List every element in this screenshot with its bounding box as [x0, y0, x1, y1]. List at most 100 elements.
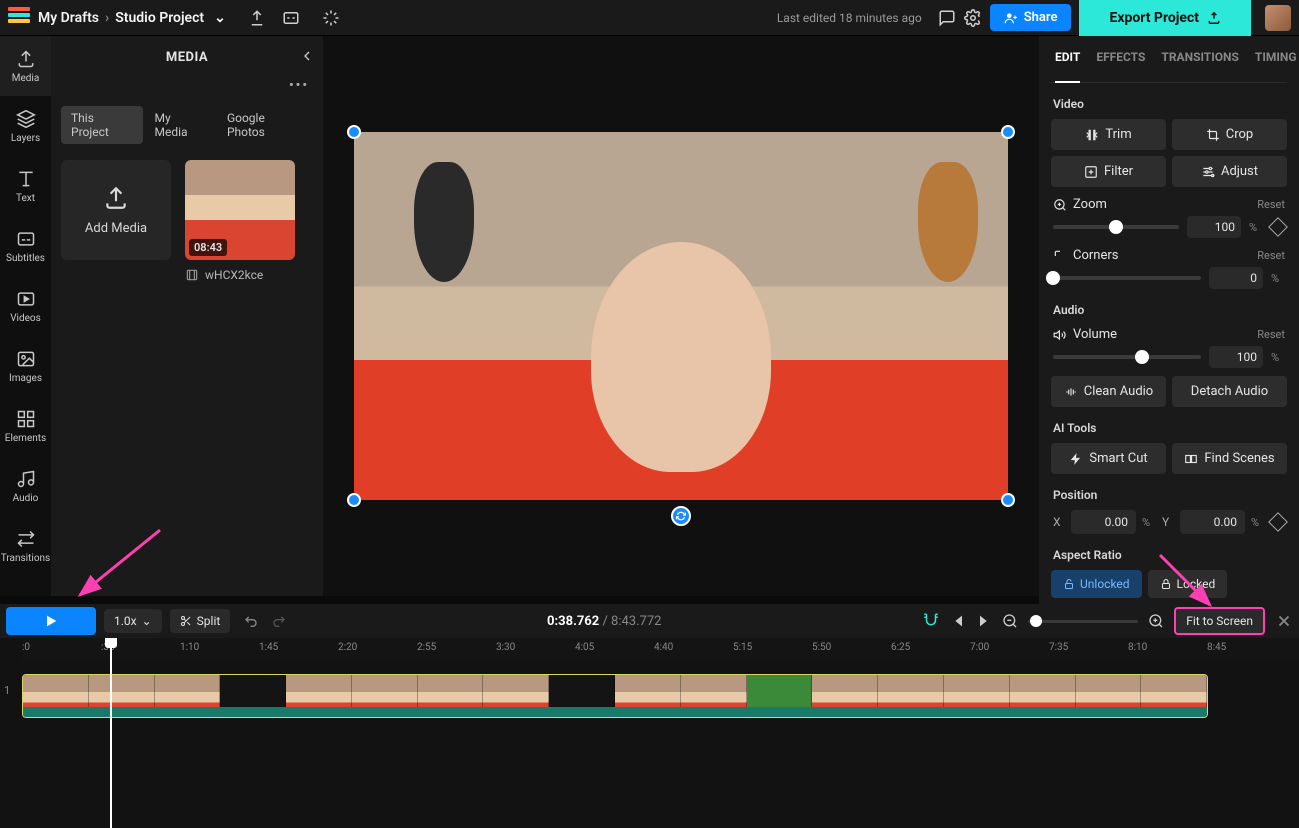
zoom-reset[interactable]: Reset [1257, 198, 1285, 211]
zoom-in-icon[interactable] [1148, 613, 1164, 629]
canvas-area[interactable] [323, 36, 1039, 596]
upload-icon[interactable] [248, 9, 266, 27]
detach-audio-button[interactable]: Detach Audio [1172, 376, 1287, 407]
ruler-tick: 1:45 [259, 642, 278, 653]
media-clip[interactable]: 08:43 wHCX2kce [185, 160, 295, 282]
share-label: Share [1024, 10, 1058, 25]
add-media-button[interactable]: Add Media [61, 160, 171, 260]
rail-media[interactable]: Media [0, 36, 51, 96]
adjust-button[interactable]: Adjust [1172, 156, 1287, 187]
timeline-clip[interactable] [22, 674, 1208, 718]
more-options-icon[interactable]: ••• [289, 78, 309, 104]
chevron-down-icon[interactable]: ⌄ [214, 10, 226, 26]
video-frame[interactable] [354, 132, 1008, 500]
trim-button[interactable]: Trim [1051, 119, 1166, 150]
ruler-tick: 2:20 [338, 642, 357, 653]
crop-button[interactable]: Crop [1172, 119, 1287, 150]
comment-icon[interactable] [938, 9, 956, 27]
rail-elements[interactable]: Elements [0, 396, 51, 456]
smart-cut-button[interactable]: Smart Cut [1051, 443, 1166, 474]
resize-handle-tr[interactable] [1001, 125, 1015, 139]
adjust-icon [1201, 165, 1215, 179]
find-scenes-button[interactable]: Find Scenes [1172, 443, 1287, 474]
sparkle-icon[interactable] [322, 9, 340, 27]
aspect-locked-button[interactable]: Locked [1148, 570, 1228, 598]
video-preview [354, 132, 1008, 500]
corners-value[interactable]: 0 [1209, 267, 1263, 289]
tab-my-media[interactable]: My Media [145, 106, 215, 144]
tab-google-photos[interactable]: Google Photos [217, 106, 313, 144]
tab-effects[interactable]: EFFECTS [1096, 50, 1145, 72]
zoom-value[interactable]: 100 [1187, 216, 1241, 238]
pos-y-value[interactable]: 0.00 [1180, 510, 1245, 534]
pos-x-value[interactable]: 0.00 [1071, 510, 1136, 534]
media-tabs: This Project My Media Google Photos [51, 104, 323, 152]
captions-icon[interactable] [282, 9, 300, 27]
playhead[interactable] [110, 638, 112, 828]
zoom-out-icon[interactable] [1002, 613, 1018, 629]
scenes-icon [1184, 452, 1198, 466]
tab-edit[interactable]: EDIT [1055, 50, 1080, 83]
clean-audio-button[interactable]: Clean Audio [1051, 376, 1166, 407]
filter-button[interactable]: Filter [1051, 156, 1166, 187]
unlock-icon [1063, 578, 1075, 590]
resize-handle-br[interactable] [1001, 493, 1015, 507]
rail-subtitles[interactable]: Subtitles [0, 216, 51, 276]
ruler-tick: 5:15 [733, 642, 752, 653]
rail-videos[interactable]: Videos [0, 276, 51, 336]
user-avatar[interactable] [1265, 5, 1291, 31]
timecode: 0:38.762 / 8:43.772 [547, 614, 661, 629]
fit-to-screen-button[interactable]: Fit to Screen [1174, 607, 1265, 635]
volume-value[interactable]: 100 [1209, 346, 1263, 368]
rail-audio[interactable]: Audio [0, 456, 51, 516]
rail-layers[interactable]: Layers [0, 96, 51, 156]
breadcrumb-project[interactable]: Studio Project [115, 10, 204, 26]
split-button[interactable]: Split [170, 609, 231, 633]
keyframe-icon[interactable] [1268, 217, 1288, 237]
tab-timing[interactable]: TIMING [1255, 50, 1297, 72]
aspect-unlocked-button[interactable]: Unlocked [1051, 570, 1142, 598]
volume-slider[interactable] [1053, 355, 1201, 359]
film-icon [185, 268, 199, 282]
resize-handle-tl[interactable] [347, 125, 361, 139]
play-icon [43, 613, 59, 629]
corners-reset[interactable]: Reset [1257, 249, 1285, 262]
gear-icon[interactable] [964, 9, 982, 27]
tab-transitions[interactable]: TRANSITIONS [1161, 50, 1238, 72]
zoom-label: Zoom [1073, 197, 1107, 212]
export-button[interactable]: Export Project [1079, 0, 1251, 36]
collapse-panel-icon[interactable] [299, 48, 315, 64]
volume-label: Volume [1073, 327, 1117, 342]
zoom-slider[interactable] [1053, 225, 1179, 229]
snap-end-icon[interactable] [976, 613, 992, 629]
undo-button[interactable] [244, 613, 260, 629]
rotate-handle[interactable] [671, 506, 691, 526]
rail-images[interactable]: Images [0, 336, 51, 396]
redo-button[interactable] [270, 613, 286, 629]
volume-reset[interactable]: Reset [1257, 328, 1285, 341]
corners-label: Corners [1073, 248, 1118, 263]
rail-text[interactable]: Text [0, 156, 51, 216]
app-logo[interactable] [8, 7, 30, 29]
rail-transitions[interactable]: Transitions [0, 516, 51, 576]
ruler-tick: 7:00 [970, 642, 989, 653]
keyframe-icon[interactable] [1268, 512, 1288, 532]
play-button[interactable] [6, 607, 96, 635]
share-button[interactable]: Share [990, 4, 1072, 31]
resize-handle-bl[interactable] [347, 493, 361, 507]
timeline-zoom-slider[interactable] [1028, 620, 1138, 623]
breadcrumb[interactable]: My Drafts › Studio Project ⌄ [38, 10, 226, 26]
tab-this-project[interactable]: This Project [61, 106, 143, 144]
chevron-down-icon: ⌄ [142, 614, 152, 628]
speed-button[interactable]: 1.0x⌄ [104, 609, 162, 633]
snap-start-icon[interactable] [950, 613, 966, 629]
waveform-icon [1064, 385, 1078, 399]
corners-slider[interactable] [1053, 276, 1201, 280]
timeline-controls: 1.0x⌄ Split 0:38.762 / 8:43.772 Fit to S… [0, 604, 1299, 638]
breadcrumb-root[interactable]: My Drafts [38, 10, 99, 26]
timeline[interactable]: :0:351:101:452:202:553:304:054:405:155:5… [0, 638, 1299, 828]
timeline-ruler[interactable]: :0:351:101:452:202:553:304:054:405:155:5… [22, 638, 1299, 660]
close-timeline-icon[interactable] [1275, 612, 1293, 630]
magnet-icon[interactable] [922, 612, 940, 630]
volume-icon [1053, 328, 1067, 342]
